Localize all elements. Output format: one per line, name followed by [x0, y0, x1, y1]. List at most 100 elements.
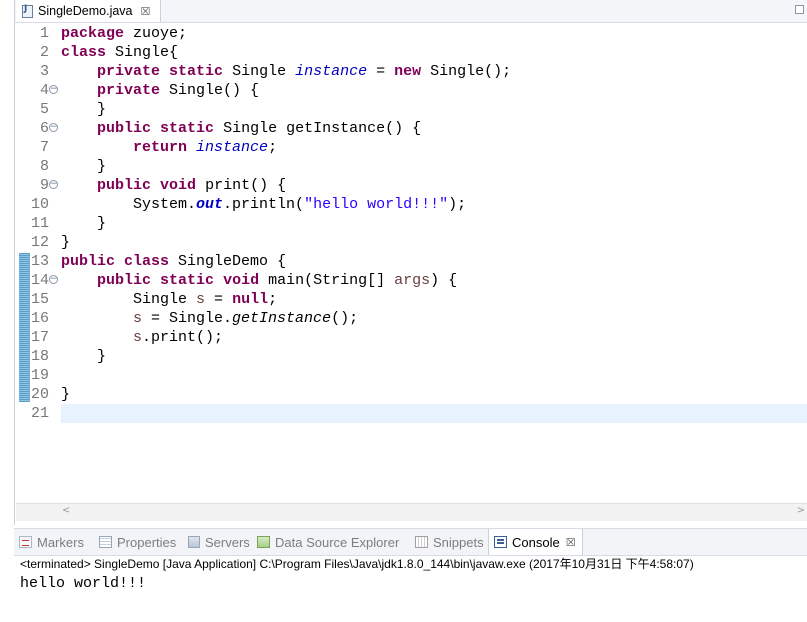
code-token: public — [97, 272, 152, 289]
code-line[interactable]: 6− public static Single getInstance() { — [15, 119, 807, 138]
fold-toggle-icon[interactable]: − — [49, 123, 58, 132]
code-line[interactable]: 14− public static void main(String[] arg… — [15, 271, 807, 290]
code-text: private static Single instance = new Sin… — [61, 62, 511, 81]
code-line[interactable]: 20} — [15, 385, 807, 404]
code-token: void — [223, 272, 260, 289]
line-number: 2 — [39, 44, 49, 61]
code-token: private — [97, 63, 161, 80]
code-token: static — [160, 272, 215, 289]
close-icon[interactable]: ☒ — [566, 536, 576, 549]
scroll-right-icon[interactable]: > — [797, 505, 805, 516]
code-token: } — [61, 234, 71, 251]
code-token: args — [394, 272, 431, 289]
scroll-left-icon[interactable]: < — [62, 505, 70, 516]
java-file-icon — [22, 4, 33, 18]
code-line[interactable]: 7 return instance; — [15, 138, 807, 157]
tab-data-source-explorer[interactable]: Data Source Explorer — [257, 529, 415, 555]
code-text: public static void main(String[] args) { — [61, 271, 457, 290]
close-icon[interactable]: ☒ — [141, 5, 151, 18]
code-token: null — [232, 291, 269, 308]
tab-markers[interactable]: Markers — [19, 529, 99, 555]
markers-icon — [19, 536, 32, 548]
code-token: getInstance — [232, 310, 332, 327]
line-number: 15 — [30, 291, 49, 308]
line-number: 10 — [30, 196, 49, 213]
code-token: Single — [61, 291, 197, 308]
code-text: System.out.println("hello world!!!"); — [61, 195, 466, 214]
code-line[interactable]: 3 private static Single instance = new S… — [15, 62, 807, 81]
line-number: 3 — [39, 63, 49, 80]
code-token: Single — [223, 63, 296, 80]
code-text: } — [61, 157, 106, 176]
code-area[interactable]: 1 package zuoye; 2 class Single{3 private s… — [15, 23, 807, 503]
console-status: <terminated> SingleDemo [Java Applicatio… — [20, 557, 694, 571]
code-token: s — [133, 310, 143, 327]
code-token: } — [61, 215, 107, 232]
code-line[interactable]: 9− public void print() { — [15, 176, 807, 195]
line-number: 7 — [39, 139, 49, 156]
code-text: Single s = null; — [61, 290, 277, 309]
line-number: 9 — [39, 177, 49, 194]
code-text: public static Single getInstance() { — [61, 119, 421, 138]
console-icon — [494, 536, 507, 548]
code-text: } — [61, 100, 106, 119]
code-line[interactable]: 17 s.print(); — [15, 328, 807, 347]
code-line[interactable]: 5 } — [15, 100, 807, 119]
code-line[interactable]: 18 } — [15, 347, 807, 366]
code-token: void — [160, 177, 197, 194]
fold-toggle-icon[interactable]: − — [49, 85, 58, 94]
code-line[interactable]: 11 } — [15, 214, 807, 233]
console-output[interactable]: hello world!!! — [20, 574, 146, 594]
code-text: } — [61, 214, 106, 233]
code-line[interactable]: 19 — [15, 366, 807, 385]
code-line[interactable]: 4− private Single() { — [15, 81, 807, 100]
code-line[interactable]: 8 } — [15, 157, 807, 176]
code-token: public — [97, 177, 152, 194]
code-line[interactable]: 21 — [31, 404, 807, 423]
code-line[interactable]: 15 Single s = null; — [15, 290, 807, 309]
code-token: ; — [268, 139, 278, 156]
code-line[interactable]: 1 package zuoye; — [15, 24, 807, 43]
restore-button[interactable] — [795, 5, 804, 14]
tab-console[interactable]: Console ☒ — [488, 529, 583, 555]
line-number: 19 — [30, 367, 49, 384]
code-line[interactable]: 16 s = Single.getInstance(); — [15, 309, 807, 328]
line-number: 14 — [30, 272, 49, 289]
editor-tab-singledemo-java[interactable]: SingleDemo.java ☒ — [16, 0, 161, 22]
code-line[interactable]: 10 System.out.println("hello world!!!"); — [15, 195, 807, 214]
tab-snippets[interactable]: Snippets — [415, 529, 488, 555]
code-token: Single() { — [160, 82, 260, 99]
code-token: Single{ — [106, 44, 179, 61]
code-token: Single(); — [421, 63, 512, 80]
line-number: 11 — [30, 215, 49, 232]
fold-toggle-icon[interactable]: − — [49, 180, 58, 189]
code-line[interactable]: 12} — [15, 233, 807, 252]
code-text: } — [61, 233, 70, 252]
code-line[interactable]: 2 class Single{ — [15, 43, 807, 62]
tab-properties[interactable]: Properties — [99, 529, 188, 555]
code-token: public — [97, 120, 152, 137]
tab-servers[interactable]: Servers — [188, 529, 257, 555]
code-token: .print(); — [142, 329, 224, 346]
code-token: package — [61, 25, 125, 42]
line-number: 6 — [39, 120, 49, 137]
code-token: new — [394, 63, 422, 80]
code-token: = — [205, 291, 233, 308]
code-token: s — [133, 329, 143, 346]
code-line[interactable]: 13 public class SingleDemo { — [15, 252, 807, 271]
code-token: static — [169, 63, 224, 80]
line-number: 21 — [30, 405, 49, 422]
code-token: static — [160, 120, 215, 137]
snippets-icon — [415, 536, 428, 548]
fold-toggle-icon[interactable]: − — [49, 275, 58, 284]
horizontal-scrollbar[interactable]: < > — [16, 503, 807, 521]
